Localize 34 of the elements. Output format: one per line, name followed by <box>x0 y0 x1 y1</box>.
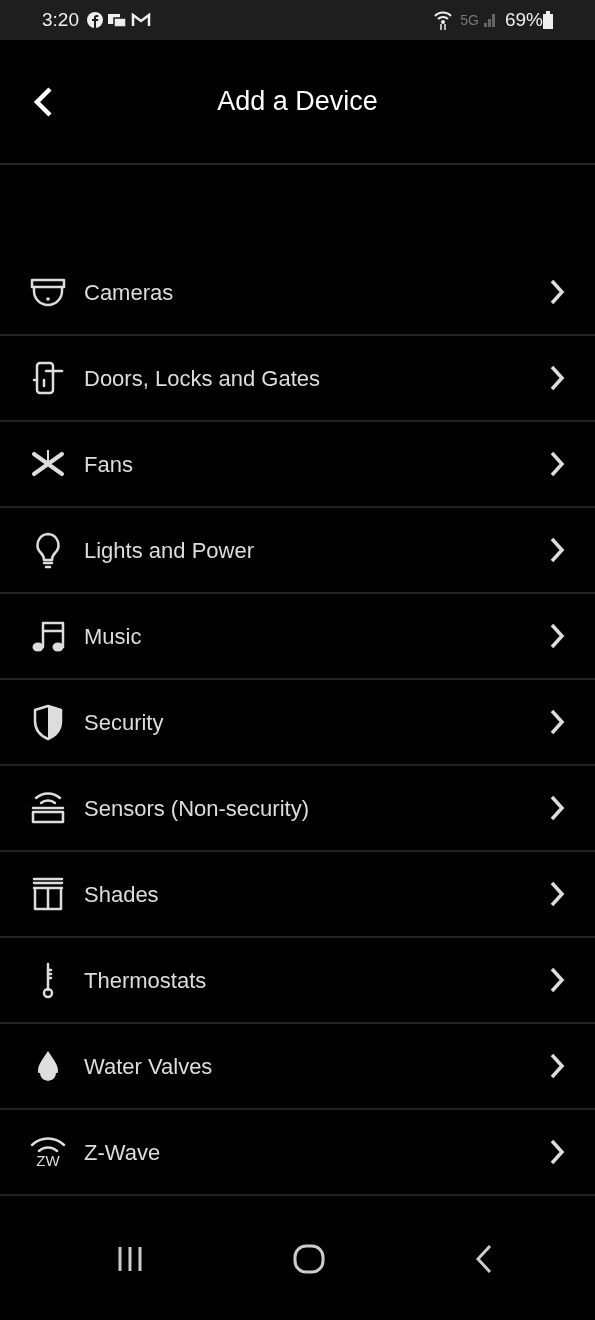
category-label: Sensors (Non-security) <box>84 794 310 823</box>
message-icon <box>107 12 127 28</box>
facebook-icon <box>87 12 103 28</box>
chevron-right-icon <box>549 450 565 478</box>
chevron-right-icon <box>549 966 565 994</box>
chevron-right-icon <box>549 278 565 306</box>
signal-icon <box>482 12 497 28</box>
chevron-right-icon <box>549 1052 565 1080</box>
chevron-right-icon <box>549 794 565 822</box>
category-label: Lights and Power <box>84 536 255 565</box>
category-label: Thermostats <box>84 966 208 995</box>
chevron-right-icon <box>549 622 565 650</box>
chevron-right-icon <box>549 880 565 908</box>
category-label: Cameras <box>84 278 175 307</box>
zw-label: ZW <box>36 1152 60 1168</box>
category-label: Z-Wave <box>84 1138 162 1167</box>
category-label: Music <box>84 622 143 651</box>
chevron-right-icon <box>549 364 565 392</box>
category-label: Security <box>84 708 165 737</box>
category-label: Doors, Locks and Gates <box>84 364 321 393</box>
chevron-right-icon <box>549 536 565 564</box>
category-label: Shades <box>84 880 160 909</box>
category-label: Fans <box>84 450 134 479</box>
chevron-right-icon <box>549 708 565 736</box>
mail-icon <box>131 12 151 28</box>
network-label: 5G <box>460 10 479 30</box>
category-label: Water Valves <box>84 1052 214 1081</box>
wifi-icon <box>434 10 453 30</box>
status-time: 3:20 <box>42 7 79 32</box>
battery-icon <box>543 11 553 29</box>
page-title: Add a Device <box>217 85 378 119</box>
chevron-right-icon <box>549 1138 565 1166</box>
battery-level: 69% <box>504 7 543 32</box>
wave-icon <box>29 1136 67 1153</box>
